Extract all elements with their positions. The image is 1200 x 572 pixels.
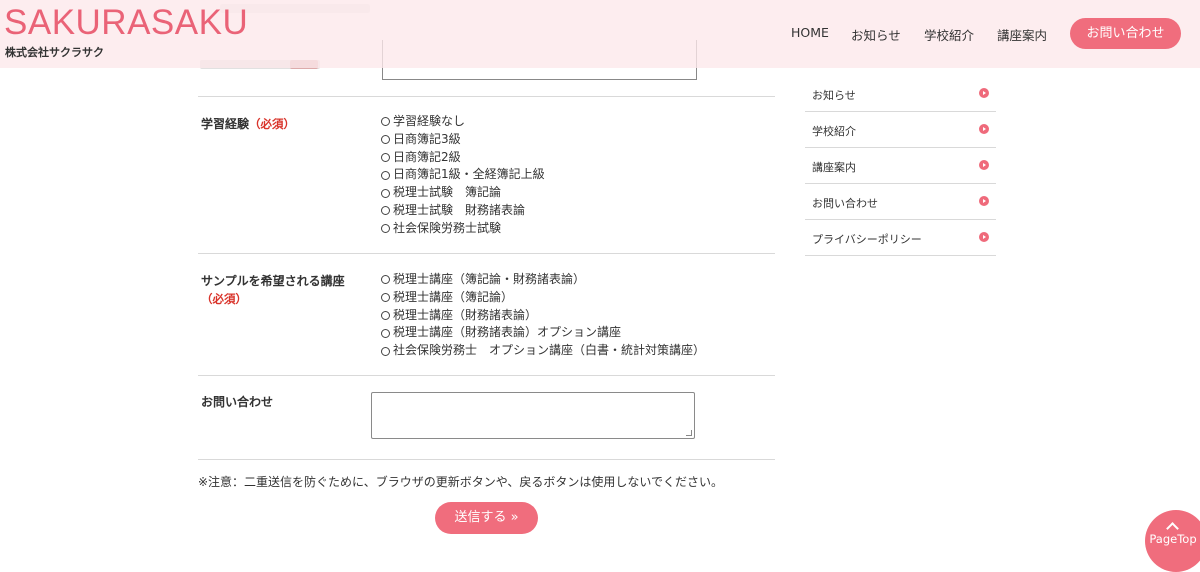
sample-option[interactable]: 社会保険労務士 オプション講座（白書・統計対策講座） xyxy=(381,342,705,360)
arrow-right-icon xyxy=(979,124,989,134)
option-label: 税理士試験 簿記論 xyxy=(393,185,502,200)
option-label: 税理士試験 財務諸表論 xyxy=(393,202,526,217)
arrow-right-icon xyxy=(979,160,989,170)
site-header: SAKURASAKU 株式会社サクラサク HOME お知らせ 学校紹介 講座案内… xyxy=(0,0,1200,68)
sidebar-item-label: お知らせ xyxy=(812,89,856,102)
radio-button[interactable] xyxy=(381,170,390,180)
sidebar-item-school[interactable]: 学校紹介 xyxy=(805,112,996,148)
page-top-label: PageTop xyxy=(1149,532,1197,546)
nav-school[interactable]: 学校紹介 xyxy=(924,25,974,44)
option-label: 税理士講座（簿記論・財務諸表論） xyxy=(393,272,586,286)
radio-button[interactable] xyxy=(381,224,390,234)
experience-options: 学習経験なし 日商簿記3級 日商簿記2級 日商簿記1級・全経簿記上級 税理士試験… xyxy=(381,113,545,238)
experience-option[interactable]: 日商簿記2級 xyxy=(381,149,545,167)
option-label: 社会保険労務士 オプション講座（白書・統計対策講座） xyxy=(393,343,706,358)
nav-courses[interactable]: 講座案内 xyxy=(997,25,1047,44)
experience-label-text: 学習経験 xyxy=(201,117,250,131)
sample-option[interactable]: 税理士講座（簿記論） xyxy=(381,289,705,307)
experience-option[interactable]: 税理士試験 財務諸表論 xyxy=(381,202,545,220)
sidebar-item-label: プライバシーポリシー xyxy=(812,233,922,246)
arrow-right-icon xyxy=(979,196,989,206)
sidebar-item-news[interactable]: お知らせ xyxy=(805,76,996,112)
sidebar-item-label: 学校紹介 xyxy=(812,125,856,138)
sample-option[interactable]: 税理士講座（財務諸表論）オプション講座 xyxy=(381,324,705,342)
sidebar-item-privacy[interactable]: プライバシーポリシー xyxy=(805,220,996,256)
radio-button[interactable] xyxy=(381,135,390,145)
nav-home[interactable]: HOME xyxy=(791,25,829,40)
sample-option[interactable]: 税理士講座（簿記論・財務諸表論） xyxy=(381,271,705,289)
inquiry-textarea[interactable] xyxy=(371,392,695,439)
radio-button[interactable] xyxy=(381,293,390,303)
radio-button[interactable] xyxy=(381,275,390,285)
row-divider xyxy=(198,96,775,97)
radio-button[interactable] xyxy=(381,117,390,127)
radio-button[interactable] xyxy=(381,188,390,198)
option-label: 税理士講座（財務諸表論）オプション講座 xyxy=(393,325,622,340)
experience-option[interactable]: 日商簿記3級 xyxy=(381,131,545,149)
experience-option[interactable]: 日商簿記1級・全経簿記上級 xyxy=(381,166,545,184)
row-divider xyxy=(198,375,775,376)
page-top-button[interactable]: PageTop xyxy=(1145,510,1200,572)
required-mark: （必須） xyxy=(201,292,247,306)
arrow-right-icon xyxy=(979,88,989,98)
resize-handle-icon[interactable] xyxy=(686,430,692,436)
contact-button[interactable]: お問い合わせ xyxy=(1070,18,1181,49)
row-divider xyxy=(198,459,775,460)
sample-option[interactable]: 税理士講座（財務諸表論） xyxy=(381,307,705,325)
sample-options: 税理士講座（簿記論・財務諸表論） 税理士講座（簿記論） 税理士講座（財務諸表論）… xyxy=(381,271,705,360)
inquiry-label: お問い合わせ xyxy=(201,395,274,409)
option-label: 日商簿記2級 xyxy=(393,149,461,164)
experience-option[interactable]: 社会保険労務士試験 xyxy=(381,220,545,238)
sidebar-item-label: お問い合わせ xyxy=(812,197,878,210)
sidebar-item-courses[interactable]: 講座案内 xyxy=(805,148,996,184)
double-submit-notice: ※注意：二重送信を防ぐために、ブラウザの更新ボタンや、戻るボタンは使用しないでく… xyxy=(198,475,723,489)
nav-news[interactable]: お知らせ xyxy=(851,25,901,44)
sidebar-item-label: 講座案内 xyxy=(812,161,856,174)
experience-option[interactable]: 学習経験なし xyxy=(381,113,545,131)
option-label: 日商簿記3級 xyxy=(393,131,461,146)
experience-option[interactable]: 税理士試験 簿記論 xyxy=(381,184,545,202)
radio-button[interactable] xyxy=(381,206,390,216)
option-label: 税理士講座（簿記論） xyxy=(393,289,514,304)
required-mark: （必須） xyxy=(249,117,296,131)
option-label: 税理士講座（財務諸表論） xyxy=(393,307,538,322)
sidebar-item-contact[interactable]: お問い合わせ xyxy=(805,184,996,220)
experience-label: 学習経験（必須） xyxy=(201,115,295,133)
row-divider xyxy=(198,253,775,254)
sample-label-text: サンプルを希望される講座 xyxy=(201,274,345,288)
option-label: 社会保険労務士試験 xyxy=(393,220,502,235)
company-name: 株式会社サクラサク xyxy=(5,46,104,59)
sample-label: サンプルを希望される講座 （必須） xyxy=(201,272,345,308)
radio-button[interactable] xyxy=(381,346,390,356)
arrow-right-icon xyxy=(979,232,989,242)
site-logo[interactable]: SAKURASAKU xyxy=(4,2,248,44)
submit-button[interactable]: 送信する » xyxy=(435,502,538,534)
option-label: 学習経験なし xyxy=(393,114,466,128)
option-label: 日商簿記1級・全経簿記上級 xyxy=(393,167,545,182)
radio-button[interactable] xyxy=(381,152,390,162)
radio-button[interactable] xyxy=(381,310,390,320)
radio-button[interactable] xyxy=(381,328,390,338)
